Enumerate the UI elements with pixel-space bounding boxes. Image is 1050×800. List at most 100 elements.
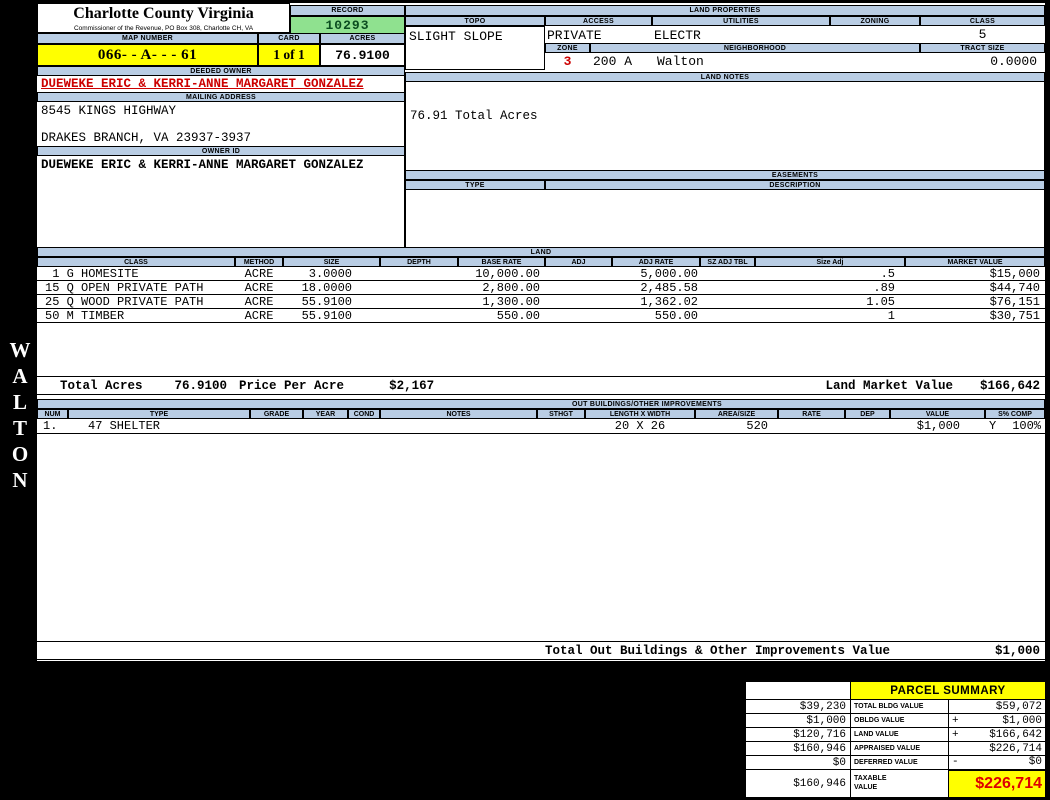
map-number-header: MAP NUMBER xyxy=(37,33,258,44)
ob-total-label: Total Out Buildings & Other Improvements… xyxy=(545,643,891,658)
map-number-value: 066- - A- - - 61 xyxy=(37,44,258,66)
district-watermark: WALTON xyxy=(8,338,32,494)
address-line-1: 8545 KINGS HIGHWAY xyxy=(41,104,177,118)
out-buildings-total-row: Total Out Buildings & Other Improvements… xyxy=(37,641,1045,660)
deferred-value-label: DEFERRED VALUE xyxy=(850,755,949,770)
summary-row: $0 DEFERRED VALUE - $0 xyxy=(745,755,1046,770)
taxable-value-label: TAXABLE VALUE xyxy=(850,769,949,798)
land-col-depth: DEPTH xyxy=(380,257,458,267)
topo-header: TOPO xyxy=(405,16,545,26)
land-notes-bar: LAND NOTES xyxy=(405,72,1045,82)
ob-percent-complete: 100% xyxy=(1012,419,1041,433)
land-depth xyxy=(380,281,458,294)
summary-row: $120,716 LAND VALUE + $166,642 xyxy=(745,727,1046,742)
ob-complete-flag: Y xyxy=(989,419,997,433)
card-value: 1 of 1 xyxy=(258,44,320,66)
land-size: 55.9100 xyxy=(301,294,352,309)
price-per-acre-label: Price Per Acre xyxy=(239,378,345,393)
land-notes-text: 76.91 Total Acres xyxy=(405,82,1045,170)
ob-type: 47 SHELTER xyxy=(88,419,161,433)
card-header: CARD xyxy=(258,33,320,44)
out-buildings-bar: OUT BUILDINGS/OTHER IMPROVEMENTS xyxy=(37,399,1045,409)
summary-row: $1,000 OBLDG VALUE + $1,000 xyxy=(745,713,1046,728)
tract-size-header: TRACT SIZE xyxy=(920,43,1045,53)
ob-col-num: NUM xyxy=(37,409,68,419)
parcel-summary: PARCEL SUMMARY $39,230 TOTAL BLDG VALUE … xyxy=(745,681,1046,798)
total-bldg-value: $59,072 xyxy=(995,700,1042,713)
out-building-row: 1. 47 SHELTER 20 X 26 520 $1,000 Y 100% xyxy=(37,419,1045,434)
land-col-size: SIZE xyxy=(283,257,380,267)
tract-size-value: 0.0000 xyxy=(990,53,1037,69)
taxable-value-label-text: TAXABLE VALUE xyxy=(854,775,887,791)
land-row: 50 M TIMBER ACRE 55.9100 550.00 550.00 1… xyxy=(37,309,1045,323)
land-method: ACRE xyxy=(244,294,274,309)
land-adj-rate: 550.00 xyxy=(654,308,698,323)
land-base-rate: 2,800.00 xyxy=(482,280,540,295)
land-market-value-total: $166,642 xyxy=(979,378,1040,393)
land-size: 3.0000 xyxy=(308,266,352,281)
ob-length-width: 20 X 26 xyxy=(614,419,666,433)
ob-grade xyxy=(250,419,303,433)
land-sz-adj-tbl xyxy=(700,309,755,322)
ob-sthgt xyxy=(537,419,585,433)
ob-value: $1,000 xyxy=(916,419,960,433)
ob-col-notes: NOTES xyxy=(380,409,537,419)
land-method: ACRE xyxy=(244,280,274,295)
land-col-base-rate: BASE RATE xyxy=(458,257,545,267)
land-col-class: CLASS xyxy=(37,257,235,267)
land-value-label: LAND VALUE xyxy=(850,727,949,742)
land-method: ACRE xyxy=(244,266,274,281)
ob-col-type: TYPE xyxy=(68,409,250,419)
acres-header: ACRES xyxy=(320,33,405,44)
land-class: 15 Q OPEN PRIVATE PATH xyxy=(45,280,204,295)
ob-total-value: $1,000 xyxy=(994,643,1040,658)
land-adj-rate: 2,485.58 xyxy=(640,280,698,295)
total-acres-value: 76.9100 xyxy=(174,378,228,393)
prior-taxable-value: $160,946 xyxy=(745,769,851,798)
land-sz-adj-tbl xyxy=(700,295,755,308)
acres-value: 76.9100 xyxy=(320,44,405,66)
obldg-value-label: OBLDG VALUE xyxy=(850,713,949,728)
land-row: 1 G HOMESITE ACRE 3.0000 10,000.00 5,000… xyxy=(37,267,1045,281)
land-size-adj: 1.05 xyxy=(866,294,895,309)
sign: + xyxy=(952,728,959,741)
land-size-adj: .5 xyxy=(880,266,895,281)
land-base-rate: 10,000.00 xyxy=(475,266,540,281)
easements-bar: EASEMENTS xyxy=(405,170,1045,180)
neighborhood-value: Walton xyxy=(657,53,704,69)
total-acres-label: Total Acres xyxy=(60,378,143,393)
zoning-header: ZONING xyxy=(830,16,920,26)
land-properties-bar: LAND PROPERTIES xyxy=(405,5,1045,16)
ob-notes xyxy=(380,419,537,433)
land-depth xyxy=(380,267,458,280)
appraised-value-label: APPRAISED VALUE xyxy=(850,741,949,756)
zone-value: 3 xyxy=(563,53,572,69)
land-size: 18.0000 xyxy=(301,280,352,295)
summary-title-row: PARCEL SUMMARY xyxy=(745,681,1046,700)
land-adj xyxy=(545,281,612,294)
land-size: 55.9100 xyxy=(301,308,352,323)
land-market-value: $76,151 xyxy=(989,294,1040,309)
land-market-value-label: Land Market Value xyxy=(825,378,953,393)
summary-taxable-row: $160,946 TAXABLE VALUE $226,714 xyxy=(745,768,1046,798)
land-adj xyxy=(545,295,612,308)
ob-col-grade: GRADE xyxy=(250,409,303,419)
ob-col-length-width: LENGTH X WIDTH xyxy=(585,409,695,419)
easement-type-header: TYPE xyxy=(405,180,545,190)
ob-dep xyxy=(845,419,890,433)
sign: + xyxy=(952,714,959,727)
land-section-bar: LAND xyxy=(37,247,1045,257)
address-line-2: DRAKES BRANCH, VA 23937-3937 xyxy=(41,131,252,145)
deeded-owner-header: DEEDED OWNER xyxy=(37,66,405,76)
total-bldg-value-cell: $59,072 xyxy=(948,699,1046,714)
prior-land-value: $120,716 xyxy=(745,727,851,742)
land-row: 25 Q WOOD PRIVATE PATH ACRE 55.9100 1,30… xyxy=(37,295,1045,309)
utilities-header: UTILITIES xyxy=(652,16,830,26)
land-col-market-value: MARKET VALUE xyxy=(905,257,1045,267)
out-buildings-header: NUM TYPE GRADE YEAR COND NOTES STHGT LEN… xyxy=(37,409,1045,419)
ob-num: 1. xyxy=(43,419,58,433)
land-market-value: $15,000 xyxy=(989,266,1040,281)
obldg-value-cell: + $1,000 xyxy=(948,713,1046,728)
topo-value: SLIGHT SLOPE xyxy=(405,26,545,70)
record-header: RECORD xyxy=(290,5,405,16)
